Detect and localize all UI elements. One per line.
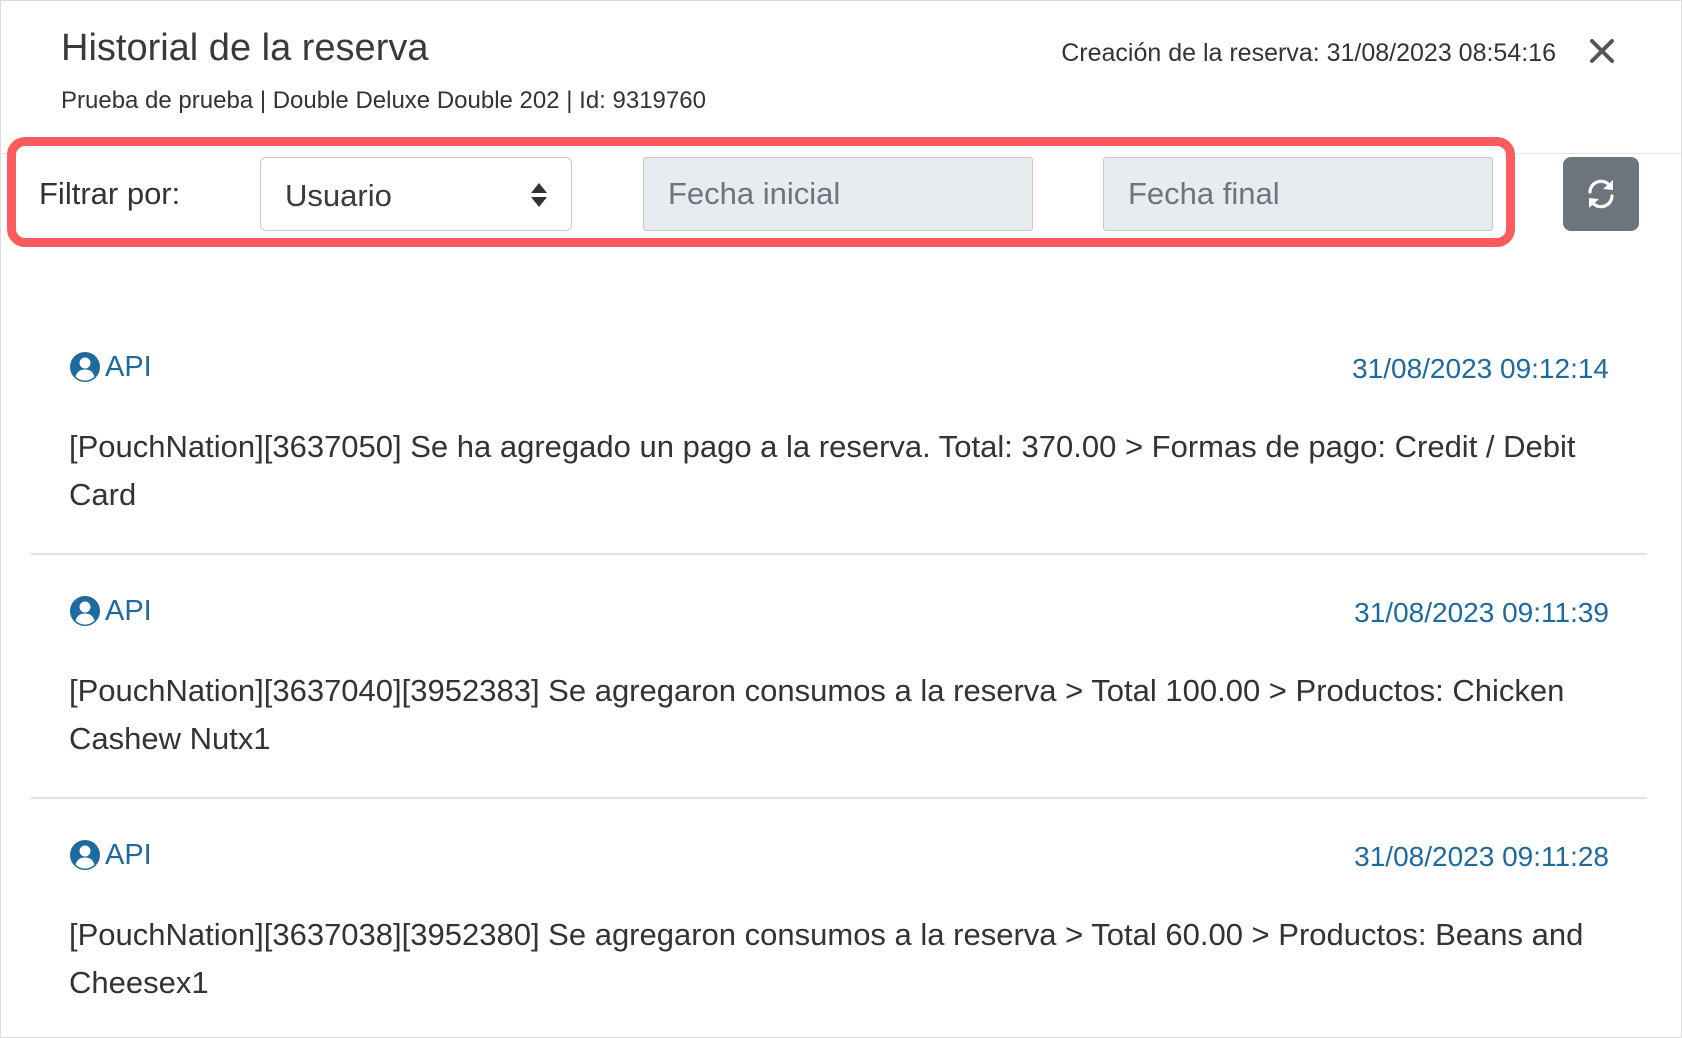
entry-user: API bbox=[69, 837, 152, 873]
filter-type-select[interactable]: Usuario bbox=[260, 157, 572, 231]
history-entry: API 31/08/2023 09:11:28 [PouchNation][36… bbox=[31, 797, 1647, 1037]
entry-user: API bbox=[69, 593, 152, 629]
booking-subtitle: Prueba de prueba | Double Deluxe Double … bbox=[61, 87, 706, 114]
booking-creation-date: Creación de la reserva: 31/08/2023 08:54… bbox=[1061, 39, 1556, 67]
refresh-button[interactable] bbox=[1563, 157, 1639, 231]
end-date-input[interactable] bbox=[1103, 157, 1493, 231]
user-circle-icon bbox=[70, 596, 100, 626]
refresh-icon bbox=[1588, 179, 1614, 209]
entry-description: [PouchNation][3637038][3952380] Se agreg… bbox=[69, 917, 1584, 1000]
entry-user-label: API bbox=[105, 838, 152, 871]
history-entry: API 31/08/2023 09:11:39 [PouchNation][36… bbox=[31, 553, 1647, 799]
user-circle-icon bbox=[70, 840, 100, 870]
booking-history-modal: Historial de la reserva Prueba de prueba… bbox=[0, 0, 1682, 1038]
entry-timestamp: 31/08/2023 09:11:28 bbox=[1354, 841, 1609, 872]
history-entry: API 31/08/2023 09:12:14 [PouchNation][36… bbox=[31, 309, 1647, 555]
sort-arrows-icon bbox=[529, 180, 549, 210]
entry-timestamp: 31/08/2023 09:11:39 bbox=[1354, 597, 1609, 628]
filter-type-value: Usuario bbox=[285, 178, 392, 213]
entry-description: [PouchNation][3637040][3952383] Se agreg… bbox=[69, 673, 1565, 756]
filter-label: Filtrar por: bbox=[39, 176, 181, 211]
entry-description: [PouchNation][3637050] Se ha agregado un… bbox=[69, 429, 1576, 512]
modal-header: Historial de la reserva Prueba de prueba… bbox=[1, 1, 1681, 154]
entry-timestamp: 31/08/2023 09:12:14 bbox=[1352, 353, 1609, 384]
entry-user-label: API bbox=[105, 594, 152, 627]
entry-user-label: API bbox=[105, 350, 152, 383]
start-date-input[interactable] bbox=[643, 157, 1033, 231]
user-circle-icon bbox=[70, 352, 100, 382]
modal-title: Historial de la reserva bbox=[61, 27, 429, 69]
close-icon[interactable] bbox=[1586, 35, 1618, 67]
entry-user: API bbox=[69, 349, 152, 385]
